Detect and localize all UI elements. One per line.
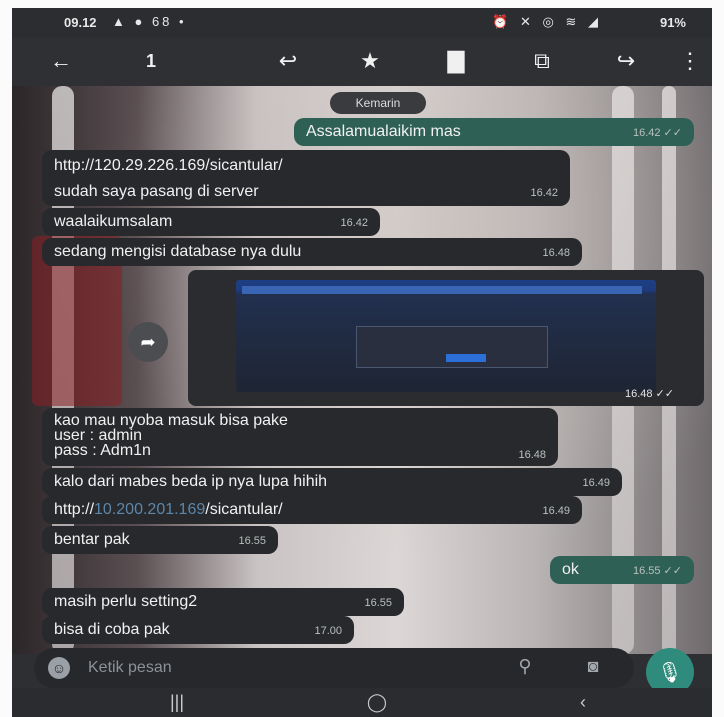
emoji-icon[interactable]: ☺	[48, 657, 70, 679]
paperclip-icon[interactable]: ⚲	[512, 656, 538, 680]
message-composer: ☺ ⚲ ◙	[34, 648, 634, 688]
message-bubble-outgoing[interactable]: ok 16.55 ✓✓	[550, 556, 694, 584]
message-time: 16.49	[582, 477, 610, 489]
system-nav-bar: ||| ◯ ‹	[12, 688, 712, 717]
message-bubble-incoming[interactable]: http://120.29.226.169/sicantular/ sudah …	[42, 150, 570, 206]
message-time: 16.42 ✓✓	[632, 127, 682, 139]
message-text: kalo dari mabes beda ip nya lupa hihih	[54, 473, 328, 490]
shared-photo	[236, 280, 656, 392]
message-text-line: user : admin	[54, 427, 143, 444]
trash-icon[interactable]: ▇	[438, 46, 474, 76]
message-bubble-incoming[interactable]: bisa di coba pak 17.00	[42, 616, 354, 644]
message-text: Assalamualaikim mas	[306, 123, 461, 140]
forward-icon[interactable]: ↪	[608, 46, 644, 76]
message-bubble-incoming[interactable]: kalo dari mabes beda ip nya lupa hihih 1…	[42, 468, 622, 496]
selected-count: 1	[145, 50, 156, 71]
status-bar: 09.12 ▲ ● 68 • ⏰ ✕ ◎ ≋ ◢ 91%	[12, 8, 712, 38]
date-chip: Kemarin	[330, 92, 426, 114]
message-bubble-incoming[interactable]: masih perlu setting2 16.55	[42, 588, 404, 616]
home-icon[interactable]: ◯	[362, 692, 392, 714]
message-text-line: kao mau nyoba masuk bisa pake	[54, 412, 288, 429]
star-icon[interactable]: ★	[352, 46, 388, 76]
back-nav-icon[interactable]: ‹	[568, 692, 598, 714]
battery-level: 91%	[659, 15, 686, 30]
message-link[interactable]: http://10.200.201.169/sicantular/	[54, 501, 283, 518]
camera-icon[interactable]: ◙	[580, 656, 606, 680]
forward-icon[interactable]: ➦	[128, 322, 168, 362]
message-time: 16.48	[518, 449, 546, 461]
message-time: 16.55	[238, 535, 266, 547]
message-bubble-incoming[interactable]: waalaikumsalam 16.42	[42, 208, 380, 236]
phone-screen: 09.12 ▲ ● 68 • ⏰ ✕ ◎ ≋ ◢ 91% ← 1 ↩ ★ ▇ ⧉…	[12, 8, 712, 717]
message-time: 17.00	[314, 625, 342, 637]
copy-icon[interactable]: ⧉	[524, 46, 560, 76]
message-text: sedang mengisi database nya dulu	[54, 243, 302, 260]
message-text: masih perlu setting2	[54, 593, 198, 610]
message-text: sudah saya pasang di server	[54, 183, 259, 200]
message-text: waalaikumsalam	[54, 213, 173, 230]
more-vert-icon[interactable]: ⋮	[679, 46, 701, 76]
selection-action-bar: ← 1 ↩ ★ ▇ ⧉ ↪ ⋮	[12, 38, 712, 86]
system-icons: ⏰ ✕ ◎ ≋ ◢	[492, 14, 602, 29]
notification-icons: ▲ ● 68 •	[112, 14, 187, 29]
message-text-line: pass : Adm1n	[54, 442, 151, 459]
status-time: 09.12	[64, 15, 97, 30]
message-text: bisa di coba pak	[54, 621, 170, 638]
recent-apps-icon[interactable]: |||	[162, 692, 192, 714]
message-time: 16.48	[542, 247, 570, 259]
message-time: 16.49	[542, 505, 570, 517]
message-time: 16.42	[340, 217, 368, 229]
message-bubble-incoming[interactable]: kao mau nyoba masuk bisa pake user : adm…	[42, 408, 558, 466]
image-message[interactable]: 16.48 ✓✓	[188, 270, 704, 406]
message-time: 16.55	[364, 597, 392, 609]
message-text: ok	[562, 561, 579, 578]
message-time: 16.55 ✓✓	[632, 565, 682, 577]
message-bubble-outgoing[interactable]: Assalamualaikim mas 16.42 ✓✓	[294, 118, 694, 146]
message-bubble-incoming[interactable]: sedang mengisi database nya dulu 16.48	[42, 238, 582, 266]
message-text: bentar pak	[54, 531, 130, 548]
message-link[interactable]: http://120.29.226.169/sicantular/	[54, 156, 558, 176]
message-bubble-incoming[interactable]: bentar pak 16.55	[42, 526, 278, 554]
message-input[interactable]	[88, 648, 468, 688]
arrow-left-icon[interactable]: ←	[46, 46, 76, 76]
message-time: 16.42	[530, 187, 558, 199]
message-time: 16.48 ✓✓	[624, 388, 674, 400]
message-bubble-incoming[interactable]: http://10.200.201.169/sicantular/ 16.49	[42, 496, 582, 524]
notification-count: 68	[151, 14, 173, 29]
reply-icon[interactable]: ↩	[270, 46, 306, 76]
